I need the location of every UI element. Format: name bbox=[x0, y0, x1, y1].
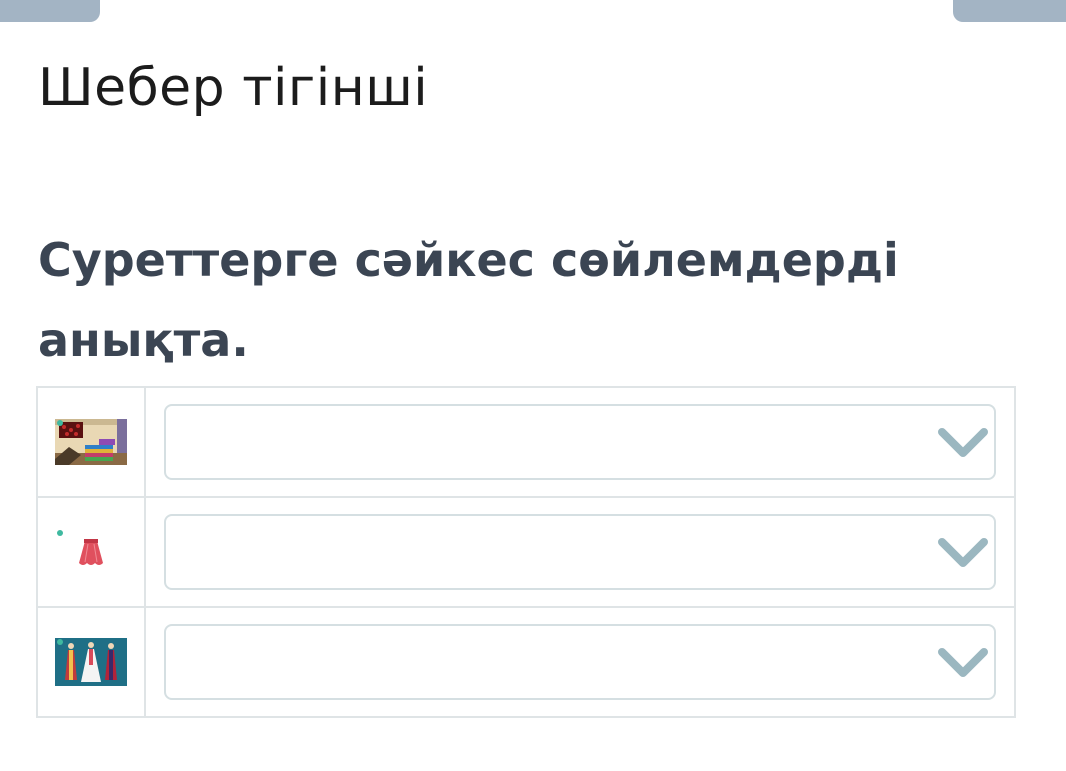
answer-dropdown[interactable] bbox=[164, 624, 996, 700]
national-costumes-image bbox=[55, 638, 127, 686]
table-row bbox=[36, 496, 1016, 608]
answer-dropdown[interactable] bbox=[164, 404, 996, 480]
matching-table bbox=[36, 386, 1016, 718]
chevron-down-icon[interactable] bbox=[938, 538, 988, 568]
image-cell bbox=[36, 496, 146, 608]
table-row bbox=[36, 606, 1016, 718]
chevron-down-icon[interactable] bbox=[938, 428, 988, 458]
top-right-tab[interactable] bbox=[953, 0, 1066, 22]
red-skirt-image bbox=[57, 530, 103, 565]
task-instruction: Суреттерге сәйкес сөйлемдерді анықта. bbox=[38, 233, 899, 367]
top-left-tab[interactable] bbox=[0, 0, 100, 22]
image-cell bbox=[36, 606, 146, 718]
answer-dropdown[interactable] bbox=[164, 514, 996, 590]
table-row bbox=[36, 386, 1016, 498]
page-title: Шебер тігінші bbox=[38, 58, 429, 118]
image-cell bbox=[36, 386, 146, 498]
select-cell bbox=[144, 606, 1016, 718]
select-cell bbox=[144, 496, 1016, 608]
select-cell bbox=[144, 386, 1016, 498]
chevron-down-icon[interactable] bbox=[938, 648, 988, 678]
fabrics-room-image bbox=[55, 419, 127, 465]
